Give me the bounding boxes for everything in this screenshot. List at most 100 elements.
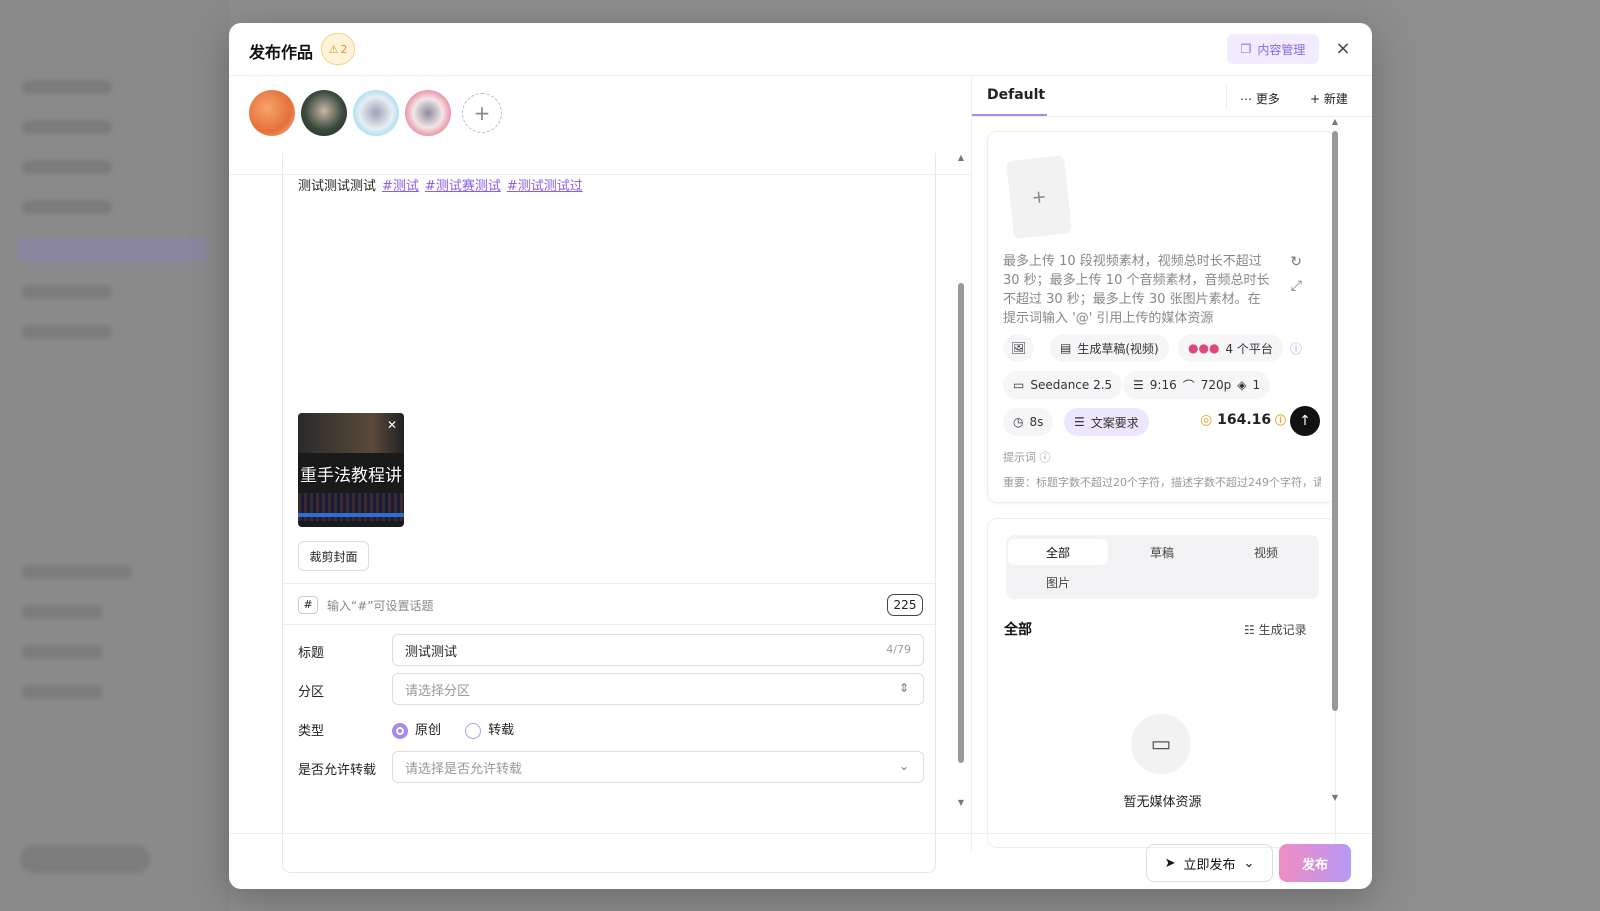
panel-divider	[971, 77, 972, 852]
warning-icon: ⓘ	[1271, 414, 1286, 427]
content-manage-button[interactable]: ❐ 内容管理	[1227, 34, 1319, 64]
radio-original[interactable]	[392, 722, 408, 739]
empty-message: 暂无媒体资源	[1123, 795, 1202, 810]
chevron-down-icon: ⌄	[898, 759, 909, 773]
radio-original-label: 原创	[415, 723, 442, 738]
background-sidebar	[0, 0, 230, 911]
allow-repost-placeholder: 请选择是否允许转载	[405, 761, 523, 777]
tab-default[interactable]: Default	[987, 87, 1045, 103]
warning-icon: ⚠	[328, 42, 339, 56]
plus-icon: +	[1310, 92, 1324, 106]
platform-icons: ●●●	[1188, 341, 1220, 355]
more-icon: ⋯	[1240, 92, 1256, 106]
warning-count: 2	[340, 42, 348, 56]
avatar[interactable]	[249, 90, 295, 136]
send-icon: ➤	[1164, 855, 1176, 871]
left-scrollbar[interactable]: ▲ ▼	[957, 153, 965, 813]
title-row: 标题 测试测试 4/79	[298, 634, 924, 666]
model-chip[interactable]: ▭ Seedance 2.5	[1003, 371, 1123, 399]
remove-thumbnail-icon[interactable]: ✕	[384, 417, 400, 433]
cost-value: 164.16	[1217, 412, 1272, 428]
duration-label: 8s	[1029, 415, 1044, 429]
upload-tip: 最多上传 10 段视频素材，视频总时长不超过 30 秒；最多上传 10 个音频素…	[1003, 254, 1270, 326]
right-scrollbar[interactable]: ▲ ▼	[1331, 117, 1339, 807]
topic-tag[interactable]: #测试赛测试	[425, 179, 501, 194]
title-input[interactable]: 测试测试 4/79	[392, 634, 924, 666]
monitor-icon: ▭	[1013, 378, 1025, 392]
type-label: 类型	[298, 724, 325, 739]
video-thumbnail[interactable]: 重手法教程讲 ✕	[298, 413, 404, 527]
zone-select[interactable]: 请选择分区 ⇕	[392, 673, 924, 705]
media-library: 全部 草稿 视频 图片 全部 ☷ 生成记录 ▭ 暂无媒体资源	[987, 518, 1336, 848]
platforms-chip[interactable]: ●●● 4 个平台	[1178, 334, 1283, 362]
generate-button[interactable]: ↑	[1290, 406, 1320, 436]
document-icon: ▤	[1060, 341, 1072, 355]
clock-icon: ◷	[1013, 415, 1024, 429]
generation-record-button[interactable]: ☷ 生成记录	[1244, 621, 1307, 638]
modal-title: 发布作品	[249, 43, 314, 62]
radio-repost-label: 转载	[488, 723, 515, 738]
paperclip-icon: ⌒	[1182, 378, 1195, 393]
warning-badge[interactable]: ⚠ 2	[321, 33, 355, 65]
publish-now-button[interactable]: ➤ 立即发布 ⌄	[1146, 844, 1273, 882]
zone-label: 分区	[298, 685, 325, 700]
radio-repost[interactable]	[465, 722, 482, 739]
tab-drafts[interactable]: 草稿	[1112, 539, 1212, 565]
modal-footer: ➤ 立即发布 ⌄ 发布	[229, 833, 1372, 889]
new-label: 新建	[1323, 92, 1348, 106]
tab-images[interactable]: 图片	[1008, 569, 1108, 595]
coin-icon: ◎	[1200, 412, 1218, 428]
avatar[interactable]	[405, 90, 451, 136]
generation-card: + 最多上传 10 段视频素材，视频总时长不超过 30 秒；最多上传 10 个音…	[987, 131, 1336, 503]
platforms-label: 4 个平台	[1225, 341, 1273, 356]
publish-modal: 发布作品 ⚠ 2 ❐ 内容管理 × + 测试测试测试 #测试 #测试赛测试 #测试测试…	[229, 23, 1372, 889]
add-account-button[interactable]: +	[462, 93, 502, 133]
crop-cover-button[interactable]: 裁剪封面	[298, 541, 369, 571]
more-button[interactable]: ⋯ 更多	[1240, 90, 1280, 107]
ratio-label: 9:16	[1149, 378, 1177, 392]
title-label: 标题	[298, 646, 325, 661]
tab-all[interactable]: 全部	[1008, 539, 1108, 565]
close-icon[interactable]: ×	[1333, 39, 1353, 59]
zone-placeholder: 请选择分区	[405, 683, 471, 699]
credit-cost: ◎ 164.16 ⓘ	[1200, 412, 1286, 428]
up-down-icon: ⇕	[898, 681, 909, 695]
publish-button[interactable]: 发布	[1279, 844, 1351, 882]
type-row: 类型 原创 转载	[298, 712, 924, 744]
duration-chip[interactable]: ◷ 8s	[1003, 408, 1054, 436]
allow-repost-select[interactable]: 请选择是否允许转载 ⌄	[392, 751, 924, 783]
topic-tag[interactable]: #测试测试过	[507, 179, 583, 194]
topic-tag[interactable]: #测试	[382, 179, 419, 194]
image-button[interactable]: 🖼	[1003, 334, 1035, 362]
content-manage-label: 内容管理	[1257, 42, 1306, 57]
layers-icon: ◈	[1237, 378, 1247, 392]
copy-requirement-chip[interactable]: ☰ 文案要求	[1064, 408, 1149, 436]
title-count: 4/79	[886, 643, 911, 656]
reset-icon[interactable]: ↻	[1290, 254, 1302, 270]
new-button[interactable]: + 新建	[1310, 90, 1348, 107]
count-label: 1	[1252, 378, 1261, 392]
title-value: 测试测试	[405, 644, 458, 660]
expand-icon[interactable]: ⤢	[1291, 278, 1302, 294]
info-icon[interactable]: ⓘ	[1290, 340, 1302, 357]
media-section-title: 全部	[1004, 622, 1032, 638]
avatar[interactable]	[353, 90, 399, 136]
editor-text[interactable]: 测试测试测试 #测试 #测试赛测试 #测试测试过	[298, 175, 583, 194]
hash-icon[interactable]: #	[298, 596, 318, 614]
resolution-label: 720p	[1200, 378, 1232, 392]
content-editor[interactable]: 测试测试测试 #测试 #测试赛测试 #测试测试过 重手法教程讲 ✕ 裁剪封面 # 输入…	[282, 153, 937, 873]
char-count-badge: 225	[887, 594, 923, 616]
prompt-label: 提示词 ⓘ	[1003, 451, 1051, 464]
topic-bar: # 输入“#”可设置话题 225	[283, 583, 937, 625]
copy-requirement-label: 文案要求	[1090, 415, 1139, 430]
topic-placeholder: 输入“#”可设置话题	[327, 599, 434, 613]
inbox-icon: ▭	[1131, 714, 1191, 774]
draft-type-chip[interactable]: ▤ 生成草稿(视频)	[1050, 334, 1169, 362]
tab-videos[interactable]: 视频	[1216, 539, 1316, 565]
prompt-input[interactable]: 重要：标题字数不超过20个字符，描述字数不超过249个字符，请	[1003, 474, 1321, 490]
avatar[interactable]	[301, 90, 347, 136]
upload-media-button[interactable]: +	[1006, 155, 1072, 239]
arrow-up-icon: ↑	[1299, 413, 1311, 429]
ratio-chip[interactable]: ☰ 9:16 ⌒ 720p ◈ 1	[1123, 371, 1271, 399]
tab-underline	[972, 114, 1047, 116]
